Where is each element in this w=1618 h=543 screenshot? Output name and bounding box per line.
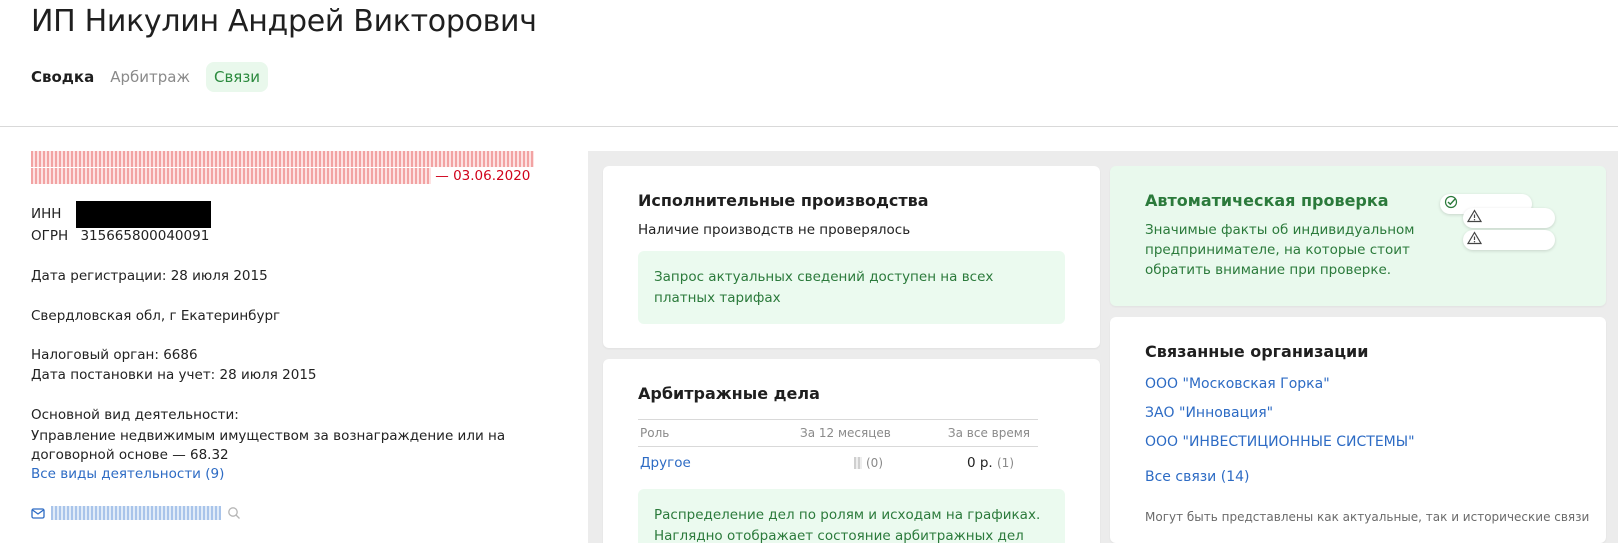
status-date: — 03.06.2020 xyxy=(435,168,531,184)
header-divider xyxy=(0,126,1618,127)
total-value: 0 р. xyxy=(966,455,993,471)
auto-check-title: Автоматическая проверка xyxy=(1145,191,1389,210)
ogrn-value: 315665800040091 xyxy=(80,228,210,244)
page-title: ИП Никулин Андрей Викторович xyxy=(31,4,537,39)
ogrn-row: ОГРН 315665800040091 xyxy=(31,228,209,244)
activity-label: Основной вид деятельности: xyxy=(31,407,239,423)
inn-row: ИНН xyxy=(31,200,211,228)
warning-icon xyxy=(1466,209,1483,227)
all-connections-link[interactable]: Все связи (14) xyxy=(1145,469,1249,485)
search-icon[interactable] xyxy=(227,506,241,520)
redacted-text xyxy=(31,168,431,184)
last12-count: (0) xyxy=(866,456,883,470)
role-link[interactable]: Другое xyxy=(640,455,691,471)
warning-icon xyxy=(1466,231,1483,249)
related-orgs-card: Связанные организации ООО "Московская Го… xyxy=(1110,317,1606,543)
warning-pill xyxy=(1463,230,1555,250)
email-redacted[interactable] xyxy=(51,506,221,520)
region: Свердловская обл, г Екатеринбург xyxy=(31,308,281,324)
status-line-2: — 03.06.2020 xyxy=(31,168,530,184)
column-header: За 12 месяцев xyxy=(798,419,923,447)
registration-date: Дата регистрации: 28 июля 2015 xyxy=(31,268,268,284)
auto-check-description: Значимые факты об индивидуальном предпри… xyxy=(1145,222,1415,278)
enforcement-card: Исполнительные производства Наличие прои… xyxy=(603,166,1100,348)
warning-pill xyxy=(1463,208,1555,228)
tab-summary[interactable]: Сводка xyxy=(31,68,94,86)
arbitration-card: Арбитражные дела Роль За 12 месяцев За в… xyxy=(603,359,1100,543)
total-count: (1) xyxy=(997,456,1014,470)
redacted-text xyxy=(31,151,534,167)
related-org-link[interactable]: ООО "ИНВЕСТИЦИОННЫЕ СИСТЕМЫ" xyxy=(1145,434,1415,450)
arbitration-notice: Распределение дел по ролям и исходам на … xyxy=(638,489,1065,543)
tab-arbitration[interactable]: Арбитраж xyxy=(110,68,190,86)
enforcement-title: Исполнительные производства xyxy=(638,191,929,210)
arbitration-table: Роль За 12 месяцев За все время Другое (… xyxy=(638,419,1038,479)
tax-registration-date: Дата постановки на учет: 28 июля 2015 xyxy=(31,367,317,383)
tax-authority: Налоговый орган: 6686 xyxy=(31,347,198,363)
activity-value: Управление недвижимым имуществом за возн… xyxy=(31,428,506,463)
auto-check-card[interactable]: Автоматическая проверка Значимые факты о… xyxy=(1110,166,1606,306)
tab-connections[interactable]: Связи xyxy=(205,62,269,92)
related-note: Могут быть представлены как актуальные, … xyxy=(1145,510,1590,524)
column-header: За все время xyxy=(923,419,1038,447)
mail-icon[interactable] xyxy=(31,506,45,520)
cards-area: Исполнительные производства Наличие прои… xyxy=(588,151,1618,543)
contact-row xyxy=(31,506,241,520)
tab-bar: Сводка Арбитраж Связи xyxy=(31,62,284,92)
redacted-value xyxy=(853,457,862,469)
table-row: Другое (0) 0 р. (1) xyxy=(638,447,1038,480)
inn-label: ИНН xyxy=(31,206,62,222)
all-activities-link[interactable]: Все виды деятельности (9) xyxy=(31,466,224,482)
ogrn-label: ОГРН xyxy=(31,228,69,244)
related-org-link[interactable]: ЗАО "Инновация" xyxy=(1145,405,1273,421)
status-redacted-line-1 xyxy=(31,151,534,167)
table-header-row: Роль За 12 месяцев За все время xyxy=(638,419,1038,447)
related-orgs-title: Связанные организации xyxy=(1145,342,1369,361)
inn-redacted-value xyxy=(75,200,211,228)
enforcement-notice: Запрос актуальных сведений доступен на в… xyxy=(638,251,1065,324)
related-org-link[interactable]: ООО "Московская Горка" xyxy=(1145,376,1330,392)
column-header: Роль xyxy=(638,419,798,447)
arbitration-title: Арбитражные дела xyxy=(638,384,820,403)
enforcement-status: Наличие производств не проверялось xyxy=(638,222,911,238)
check-circle-icon xyxy=(1444,195,1458,213)
